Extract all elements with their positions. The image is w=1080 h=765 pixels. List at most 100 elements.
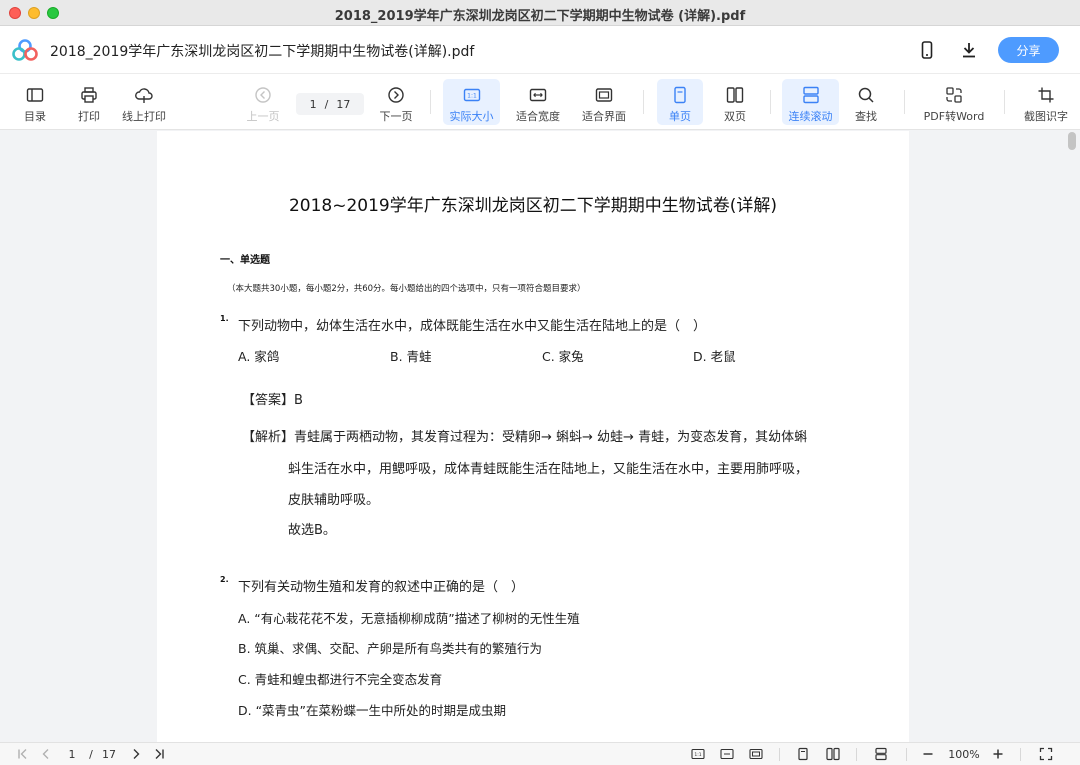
next-page-button[interactable]: 下一页 (374, 79, 418, 125)
convert-icon (946, 87, 962, 103)
question-number: 2. (220, 575, 229, 584)
fullscreen-icon[interactable] (1037, 746, 1055, 762)
search-icon (858, 87, 874, 103)
app-header: 2018_2019学年广东深圳龙岗区初二下学期期中生物试卷(详解).pdf 分享 (0, 26, 1080, 74)
fit-page-label: 适合界面 (582, 110, 626, 123)
bottom-bar: 1 / 17 1:1 100% (0, 742, 1080, 765)
vertical-scrollbar[interactable] (1068, 132, 1076, 150)
option-c: C. 家兔 (542, 349, 584, 364)
toolbar-divider (1004, 90, 1005, 114)
single-page-icon[interactable] (794, 746, 812, 762)
cloud-print-icon (135, 88, 153, 103)
zoom-in-icon[interactable] (990, 746, 1006, 762)
bottom-page-separator: / (89, 747, 93, 761)
analysis-line: 【解析】青蛙属于两栖动物，其发育过程为：受精卵→ 蝌蚪→ 幼蛙→ 青蛙，为变态发… (242, 430, 808, 445)
crop-icon (1038, 87, 1054, 103)
ocr-button[interactable]: 截图识字 (1018, 79, 1074, 125)
prev-page-button[interactable]: 上一页 (242, 79, 284, 125)
bottom-current-page[interactable]: 1 (64, 746, 80, 762)
option-c: C. 青蛙和蝗虫都进行不完全变态发育 (238, 672, 443, 687)
bottom-total-pages: 17 (102, 747, 116, 761)
answer: 【答案】B (242, 393, 303, 408)
question-text: 下列有关动物生殖和发育的叙述中正确的是（ ） (238, 580, 525, 595)
fit-page-icon[interactable] (747, 746, 765, 762)
prev-page-icon[interactable] (38, 746, 54, 762)
window-title: 2018_2019学年广东深圳龙岗区初二下学期期中生物试卷 (详解).pdf (334, 9, 746, 24)
single-page-icon (674, 86, 686, 104)
fit-width-button[interactable]: 适合宽度 (511, 79, 565, 125)
actual-size-button[interactable]: 1:1 实际大小 (443, 79, 500, 125)
question-number: 1. (220, 314, 229, 323)
actual-size-icon[interactable]: 1:1 (689, 746, 707, 762)
document-viewer[interactable]: 2018~2019学年广东深圳龙岗区初二下学期期中生物试卷(详解) 一、单选题 … (0, 131, 1080, 742)
online-print-button[interactable]: 线上打印 (118, 79, 170, 125)
prev-circle-icon (255, 87, 271, 103)
pdf-page: 2018~2019学年广东深圳龙岗区初二下学期期中生物试卷(详解) 一、单选题 … (157, 131, 909, 742)
analysis-line: 皮肤辅助呼吸。 (288, 493, 380, 508)
option-a: A. 家鸽 (238, 349, 280, 364)
window-titlebar: 2018_2019学年广东深圳龙岗区初二下学期期中生物试卷 (详解).pdf (0, 0, 1080, 26)
pdf-to-word-label: PDF转Word (923, 110, 985, 123)
download-icon[interactable] (957, 38, 981, 62)
ocr-label: 截图识字 (1024, 110, 1068, 123)
mobile-icon[interactable] (915, 38, 939, 62)
double-page-icon[interactable] (824, 746, 842, 762)
toolbar: 目录 打印 线上打印 上一页 1 / 17 下一页 1:1 实际大小 适合宽度 … (0, 74, 1080, 130)
double-page-button[interactable]: 双页 (712, 79, 758, 125)
fit-page-button[interactable]: 适合界面 (577, 79, 631, 125)
svg-text:1:1: 1:1 (694, 752, 701, 758)
bottom-divider (779, 748, 780, 761)
single-page-label: 单页 (669, 110, 691, 123)
zoom-level[interactable]: 100% (944, 746, 984, 762)
total-pages: 17 (336, 97, 351, 111)
analysis-line: 蚪生活在水中，用鳃呼吸，成体青蛙既能生活在陆地上，又能生活在水中，主要用肺呼吸， (288, 462, 809, 477)
page-input[interactable]: 1 / 17 (296, 93, 364, 115)
first-page-icon[interactable] (15, 746, 31, 762)
file-name: 2018_2019学年广东深圳龙岗区初二下学期期中生物试卷(详解).pdf (50, 44, 475, 60)
option-d: D. 老鼠 (693, 349, 736, 364)
double-page-icon (726, 87, 744, 103)
actual-size-icon: 1:1 (463, 88, 480, 102)
option-b: B. 青蛙 (390, 349, 432, 364)
double-page-label: 双页 (724, 110, 746, 123)
share-button[interactable]: 分享 (998, 37, 1059, 63)
fit-width-icon (529, 88, 547, 102)
page-separator: / (324, 97, 329, 111)
find-label: 查找 (855, 110, 877, 123)
current-page: 1 (309, 97, 317, 111)
toolbar-divider (430, 90, 431, 114)
pdf-to-word-button[interactable]: PDF转Word (918, 79, 990, 125)
svg-text:1:1: 1:1 (467, 92, 477, 99)
toolbar-divider (904, 90, 905, 114)
continuous-scroll-icon (802, 86, 819, 104)
fit-width-label: 适合宽度 (516, 110, 560, 123)
document-title: 2018~2019学年广东深圳龙岗区初二下学期期中生物试卷(详解) (288, 196, 778, 216)
printer-icon (81, 87, 97, 103)
question-text: 下列动物中，幼体生活在水中，成体既能生活在水中又能生活在陆地上的是（ ） (238, 319, 707, 334)
next-circle-icon (388, 87, 404, 103)
actual-size-label: 实际大小 (449, 110, 494, 123)
online-print-label: 线上打印 (122, 110, 166, 123)
print-button[interactable]: 打印 (68, 79, 110, 125)
option-b: B. 筑巢、求偶、交配、产卵是所有鸟类共有的繁殖行为 (238, 641, 543, 656)
next-page-icon[interactable] (128, 746, 144, 762)
find-button[interactable]: 查找 (845, 79, 887, 125)
section-note: （本大题共30小题，每小题2分，共60分。每小题给出的四个选项中，只有一项符合题… (227, 284, 586, 294)
bottom-divider (856, 748, 857, 761)
fit-width-icon[interactable] (718, 746, 736, 762)
last-page-icon[interactable] (151, 746, 167, 762)
print-label: 打印 (78, 110, 100, 123)
toolbar-divider (770, 90, 771, 114)
continuous-scroll-icon[interactable] (872, 746, 890, 762)
continuous-scroll-button[interactable]: 连续滚动 (782, 79, 839, 125)
continuous-scroll-label: 连续滚动 (788, 110, 833, 123)
analysis-line: 故选B。 (288, 523, 336, 538)
next-page-label: 下一页 (379, 110, 413, 123)
option-d: D. “菜青虫”在菜粉蝶一生中所处的时期是成虫期 (238, 703, 507, 718)
catalog-label: 目录 (24, 110, 46, 123)
option-a: A. “有心栽花花不发，无意插柳柳成荫”描述了柳树的无性生殖 (238, 611, 580, 626)
catalog-button[interactable]: 目录 (14, 79, 56, 125)
catalog-icon (26, 88, 44, 102)
single-page-button[interactable]: 单页 (657, 79, 703, 125)
zoom-out-icon[interactable] (920, 746, 936, 762)
